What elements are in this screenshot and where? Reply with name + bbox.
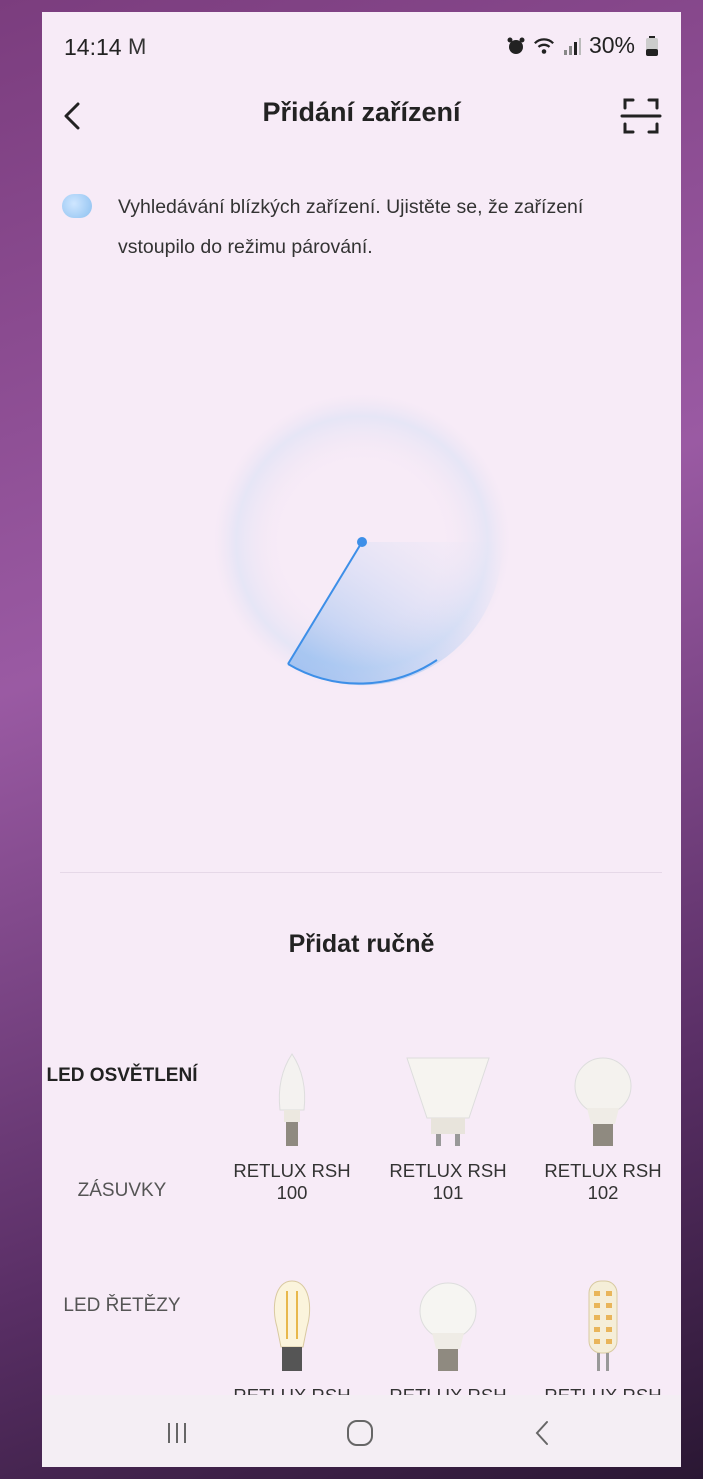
radar-scan-animation xyxy=(214,394,510,690)
alarm-icon xyxy=(505,35,527,57)
product-name: RETLUX RSH 102 xyxy=(544,1160,662,1203)
product-tile[interactable]: RETLUX RSH 101 xyxy=(378,1052,518,1204)
system-nav-bar xyxy=(42,1395,681,1467)
product-tile[interactable]: RETLUX RSH xyxy=(533,1277,673,1407)
battery-icon xyxy=(641,35,663,57)
product-tile[interactable]: RETLUX RSH xyxy=(378,1277,518,1407)
home-button[interactable] xyxy=(340,1413,380,1453)
product-tile[interactable]: RETLUX RSH 100 xyxy=(222,1052,362,1204)
hint-bubble-icon xyxy=(62,194,92,218)
chevron-left-icon xyxy=(535,1421,548,1445)
wifi-icon xyxy=(533,35,555,57)
search-hint: Vyhledávání blízkých zařízení. Ujistěte … xyxy=(62,187,662,267)
scan-qr-button[interactable] xyxy=(619,94,663,138)
category-led-strings[interactable]: LED ŘETĚZY xyxy=(42,1295,202,1317)
a60-bulb-icon xyxy=(533,1052,673,1152)
status-bar: 14:14 M 30% xyxy=(42,12,681,82)
app-header: Přidání zařízení xyxy=(42,82,681,152)
battery-percent: 30% xyxy=(588,32,635,58)
recent-apps-icon xyxy=(168,1423,186,1443)
manual-add-title: Přidat ručně xyxy=(288,930,435,958)
candle-bulb-icon xyxy=(222,1052,362,1152)
scan-icon xyxy=(620,98,662,134)
filament-bulb-icon xyxy=(222,1277,362,1377)
hint-text: Vyhledávání blízkých zařízení. Ujistěte … xyxy=(118,196,584,258)
product-tile[interactable]: RETLUX RSH 102 xyxy=(533,1052,673,1204)
gmail-notification-icon: M xyxy=(128,34,147,59)
product-tile[interactable]: RETLUX RSH xyxy=(222,1277,362,1407)
product-name: RETLUX RSH 101 xyxy=(389,1160,507,1203)
category-led-lighting[interactable]: LED OSVĚTLENÍ xyxy=(42,1064,202,1088)
section-divider xyxy=(60,872,662,873)
product-name: RETLUX RSH 100 xyxy=(233,1160,351,1203)
app-screen: 14:14 M 30% Přidání zařízení Vyhledávání… xyxy=(42,12,681,1467)
a60-bulb-icon xyxy=(378,1277,518,1377)
status-time: 14:14 xyxy=(64,34,122,60)
page-title: Přidání zařízení xyxy=(262,97,461,127)
g9-capsule-icon xyxy=(533,1277,673,1377)
category-sockets[interactable]: ZÁSUVKY xyxy=(42,1180,202,1202)
recent-apps-button[interactable] xyxy=(157,1413,197,1453)
signal-icon xyxy=(561,35,583,57)
system-back-button[interactable] xyxy=(522,1413,562,1453)
home-icon xyxy=(347,1420,373,1446)
gu10-bulb-icon xyxy=(378,1052,518,1152)
